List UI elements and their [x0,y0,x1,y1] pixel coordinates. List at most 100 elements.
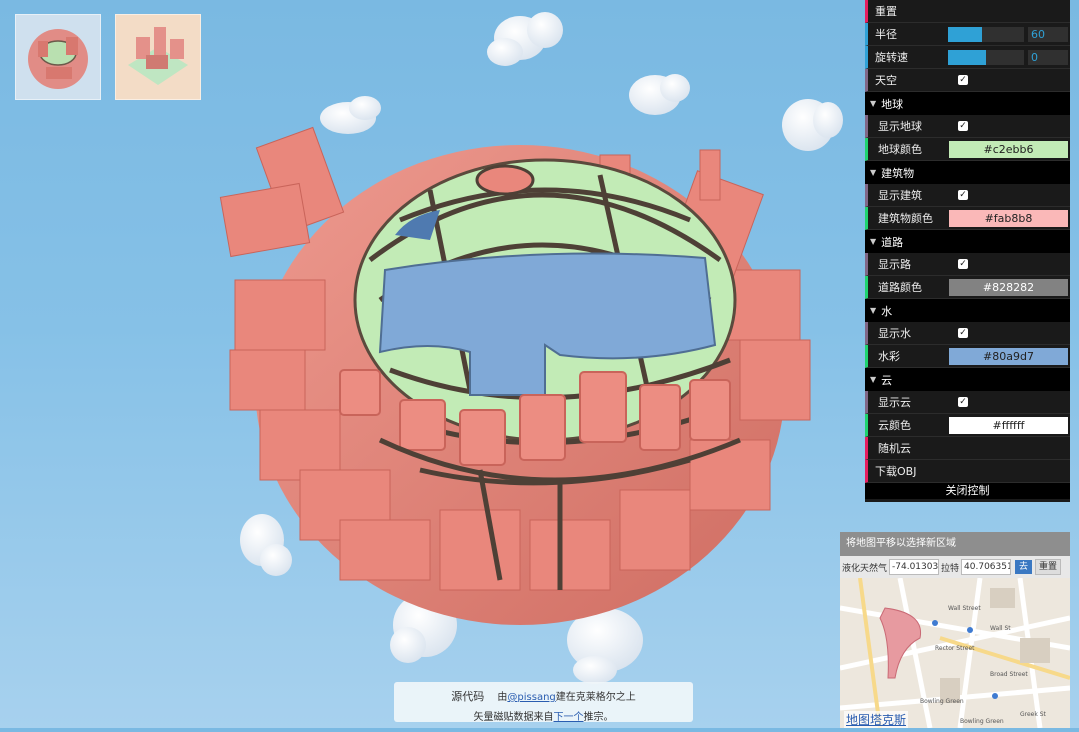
cloud-color-row[interactable]: 云颜色 #ffffff [865,414,1070,437]
show-clouds-label: 显示云 [878,396,911,409]
folder-earth-label: 地球 [881,97,904,111]
credits-panel: 源代码 由@pissang建在克莱格尔之上 矢量磁贴数据来自下一个推宗。 [394,682,693,723]
source-code-link[interactable]: 源代码 [451,690,484,703]
radius-input[interactable]: 60 [1028,27,1068,42]
latitude-input[interactable]: 40.7063516 [961,559,1012,575]
water-color-label: 水彩 [878,350,900,363]
water-color-swatch[interactable]: #80a9d7 [949,348,1068,365]
show-earth-row[interactable]: 显示地球 ✓ [865,115,1070,138]
building-color-row[interactable]: 建筑物颜色 #fab8b8 [865,207,1070,230]
building-color-swatch[interactable]: #fab8b8 [949,210,1068,227]
thumbnail-2-image [128,27,188,85]
map-label-broad-street: Broad Street [990,671,1028,678]
folder-water-label: 水 [881,304,893,318]
longitude-label: 液化天然气 [842,563,888,574]
thumbnail-flat-preview[interactable] [115,14,201,100]
sky-checkbox[interactable]: ✓ [958,75,968,85]
folder-clouds-label: 云 [881,373,893,387]
earth-color-swatch[interactable]: #c2ebb6 [949,141,1068,158]
radius-label: 半径 [875,28,897,41]
cloud-1 [487,12,563,66]
author-link[interactable]: @pissang [507,692,555,703]
road-color-swatch[interactable]: #828282 [949,279,1068,296]
cloud-3 [782,99,843,151]
show-earth-checkbox[interactable]: ✓ [958,121,968,131]
rotation-speed-label: 旋转速 [875,51,908,64]
cloud-color-label: 云颜色 [878,419,911,432]
sky-toggle-row[interactable]: 天空 ✓ [865,69,1070,92]
cloud-2 [629,74,690,115]
map-label-bowling-green: Bowling Green [920,698,964,705]
folder-roads[interactable]: ▼ 道路 [865,230,1070,253]
radius-slider[interactable] [948,27,1024,42]
data-source-link[interactable]: 下一个 [554,712,584,723]
radius-slider-fill [948,27,983,42]
folder-earth[interactable]: ▼ 地球 [865,92,1070,115]
data-source-prefix: 矢量磁贴数据来自 [473,712,554,723]
go-button[interactable]: 去 [1015,560,1033,574]
control-panel: 重置 半径 60 旋转速 0 天空 ✓ ▼ 地球 显示地球 ✓ 地球颜色 #c2e… [865,0,1070,502]
show-buildings-label: 显示建筑 [878,189,922,202]
download-obj-label: 下载OBJ [875,465,917,478]
credits-line-2: 矢量磁贴数据来自下一个推宗。 [394,708,693,723]
road-color-label: 道路颜色 [878,281,922,294]
folder-buildings[interactable]: ▼ 建筑物 [865,161,1070,184]
caret-down-icon: ▼ [870,99,877,108]
show-buildings-checkbox[interactable]: ✓ [958,190,968,200]
cloud-7 [567,608,643,684]
show-buildings-row[interactable]: 显示建筑 ✓ [865,184,1070,207]
folder-clouds[interactable]: ▼ 云 [865,368,1070,391]
credits-line-1: 源代码 由@pissang建在克莱格尔之上 [394,688,693,704]
caret-down-icon: ▼ [870,237,877,246]
close-controls-button[interactable]: 关闭控制 [865,483,1070,499]
street-map-tiles: Wall Street Wall St Rector Street Broad … [840,578,1070,728]
thumbnail-1-image [28,29,88,89]
cloud-4 [320,96,381,134]
rotation-slider-fill [948,50,986,65]
street-map[interactable]: Wall Street Wall St Rector Street Broad … [840,578,1070,728]
reset-label: 重置 [875,5,897,18]
thumbnail-globe-preview[interactable] [15,14,101,100]
show-water-row[interactable]: 显示水 ✓ [865,322,1070,345]
download-obj-button[interactable]: 下载OBJ [865,460,1070,483]
cloud-color-swatch[interactable]: #ffffff [949,417,1068,434]
folder-water[interactable]: ▼ 水 [865,299,1070,322]
show-clouds-checkbox[interactable]: ✓ [958,397,968,407]
rotation-speed-control[interactable]: 旋转速 0 [865,46,1070,69]
random-clouds-label: 随机云 [878,442,911,455]
earth-color-label: 地球颜色 [878,143,922,156]
latitude-label: 拉特 [941,563,960,574]
city-globe-scene[interactable] [0,0,860,728]
radius-control[interactable]: 半径 60 [865,23,1070,46]
rotation-speed-slider[interactable] [948,50,1024,65]
caret-down-icon: ▼ [870,168,877,177]
map-header: 将地图平移以选择新区域 [840,532,1070,556]
credits-by-suffix: 建在克莱格尔之上 [555,692,636,703]
show-roads-checkbox[interactable]: ✓ [958,259,968,269]
map-coordinate-form: 液化天然气 -74.0130345 拉特 40.7063516 去 重置 [840,556,1070,578]
show-roads-label: 显示路 [878,258,911,271]
water-color-row[interactable]: 水彩 #80a9d7 [865,345,1070,368]
map-label-greek-st: Greek St [1020,711,1047,718]
folder-buildings-label: 建筑物 [881,166,915,180]
earth-color-row[interactable]: 地球颜色 #c2ebb6 [865,138,1070,161]
road-color-row[interactable]: 道路颜色 #828282 [865,276,1070,299]
map-reset-button[interactable]: 重置 [1035,559,1062,575]
map-attribution-link[interactable]: 地图塔克斯 [844,711,909,728]
longitude-input[interactable]: -74.0130345 [889,559,940,575]
show-clouds-row[interactable]: 显示云 ✓ [865,391,1070,414]
city-globe-canvas [219,12,843,684]
show-water-label: 显示水 [878,327,911,340]
show-water-checkbox[interactable]: ✓ [958,328,968,338]
credits-by-prefix: 由 [497,692,508,703]
map-label-bowling-green-2: Bowling Green [960,718,1004,725]
globe [219,126,811,625]
caret-down-icon: ▼ [870,375,877,384]
rotation-speed-input[interactable]: 0 [1028,50,1068,65]
reset-button[interactable]: 重置 [865,0,1070,23]
show-roads-row[interactable]: 显示路 ✓ [865,253,1070,276]
building-color-label: 建筑物颜色 [878,212,933,225]
random-clouds-button[interactable]: 随机云 [865,437,1070,460]
folder-roads-label: 道路 [881,235,904,249]
map-label-rector-street: Rector Street [935,645,975,652]
